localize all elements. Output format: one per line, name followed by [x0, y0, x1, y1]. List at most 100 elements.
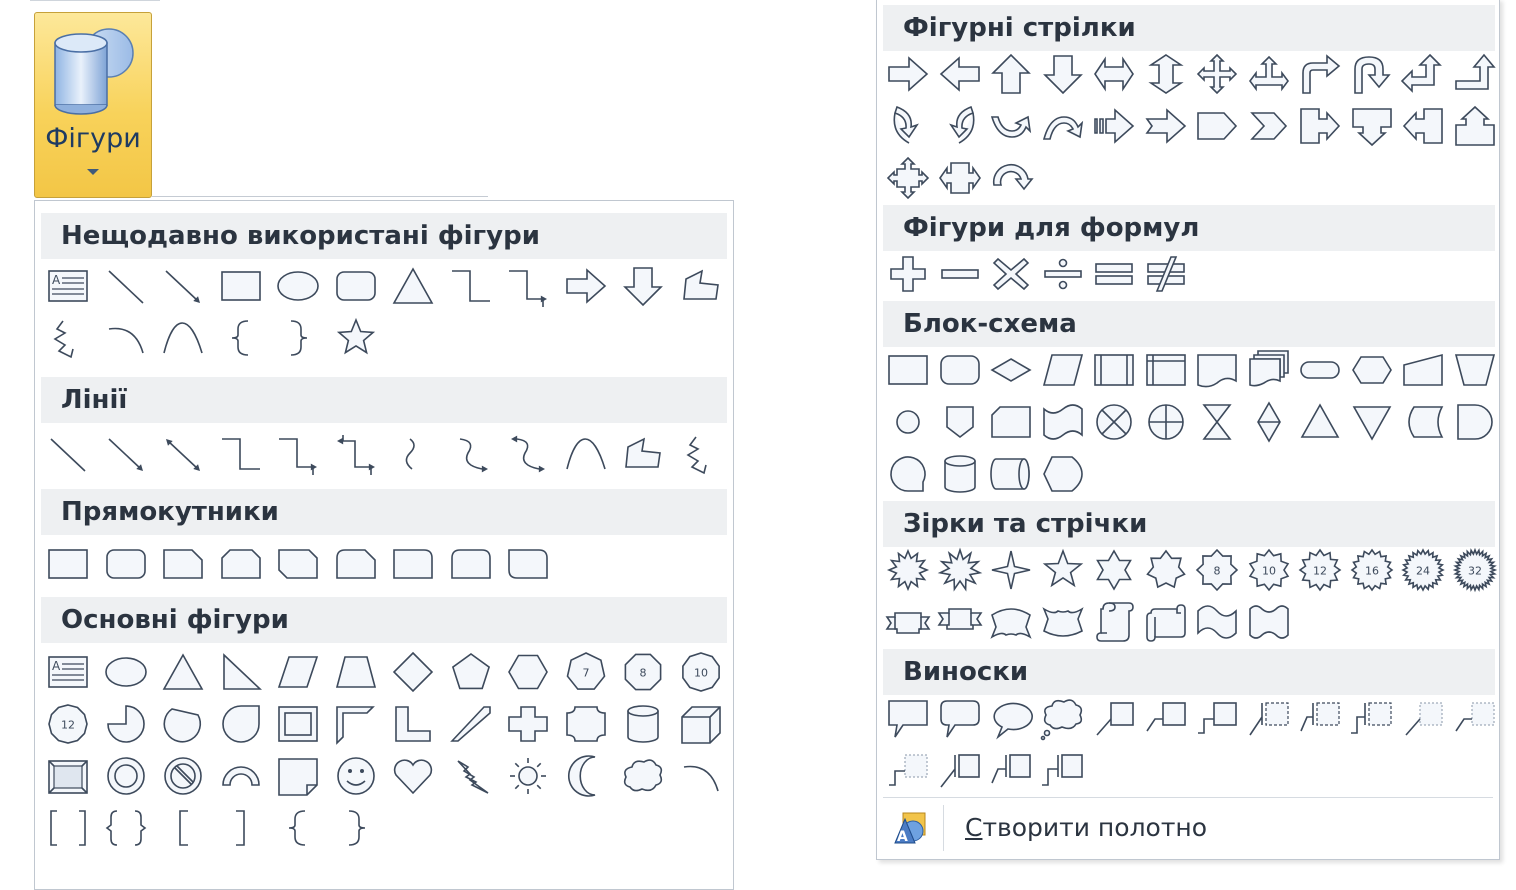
shape-fc-terminator-icon[interactable] [1295, 347, 1345, 393]
shape-curved-up-arrow-icon[interactable] [986, 103, 1036, 149]
shape-lightning-icon[interactable] [446, 753, 496, 799]
shape-line-callout2-bar-icon[interactable] [986, 747, 1036, 793]
shape-explosion1-icon[interactable] [883, 547, 933, 593]
shape-bevel-icon[interactable] [43, 753, 93, 799]
shape-fc-magnetic-disk-icon[interactable] [935, 451, 985, 497]
shape-dodecagon-icon[interactable]: 12 [43, 701, 93, 747]
shape-fc-display-icon[interactable] [1038, 451, 1088, 497]
shape-star8-icon[interactable]: 8 [1192, 547, 1242, 593]
shape-star4-icon[interactable] [986, 547, 1036, 593]
shape-not-equal-sign-icon[interactable] [1141, 251, 1191, 297]
shape-line-callout2-accent-icon[interactable] [1295, 695, 1345, 741]
create-canvas-button[interactable]: A Створити полотно [877, 799, 1497, 857]
shape-roundrect-icon[interactable] [331, 263, 381, 309]
shape-heart-icon[interactable] [388, 753, 438, 799]
shape-trapezoid-icon[interactable] [331, 649, 381, 695]
shape-snip-same-icon[interactable] [216, 541, 266, 587]
shape-fc-alternate-icon[interactable] [935, 347, 985, 393]
shape-frame-icon[interactable] [273, 701, 323, 747]
shape-curved-left-arrow-icon[interactable] [935, 103, 985, 149]
shape-star5-icon[interactable] [1038, 547, 1088, 593]
shape-line-callout2-icon[interactable] [1141, 695, 1191, 741]
shape-line-callout3-bar-icon[interactable] [1038, 747, 1088, 793]
shape-cube-icon[interactable] [676, 701, 726, 747]
shape-octagon-icon[interactable]: 8 [618, 649, 668, 695]
shape-star-icon[interactable] [331, 315, 381, 361]
shape-double-brace-icon[interactable] [101, 805, 151, 851]
shape-double-bracket-icon[interactable] [43, 805, 93, 851]
shape-fc-offpage-icon[interactable] [935, 399, 985, 445]
shape-freeform-icon[interactable] [618, 431, 668, 477]
shape-curve-arrow-icon[interactable] [446, 431, 496, 477]
shape-triangle-icon[interactable] [388, 263, 438, 309]
shape-striped-right-arrow-icon[interactable] [1089, 103, 1139, 149]
shape-fc-delay-icon[interactable] [1450, 399, 1500, 445]
shape-fc-decision-icon[interactable] [986, 347, 1036, 393]
shape-line-callout1-noborder-icon[interactable] [1398, 695, 1448, 741]
shape-minus-sign-icon[interactable] [935, 251, 985, 297]
shape-right-arrow-icon[interactable] [561, 263, 611, 309]
shape-elbow-icon[interactable] [446, 263, 496, 309]
shape-curve-icon[interactable] [561, 431, 611, 477]
shape-line-icon[interactable] [43, 431, 93, 477]
shape-up-arrow-callout-icon[interactable] [1450, 103, 1500, 149]
shape-fc-extract-icon[interactable] [1295, 399, 1345, 445]
shape-round-one-icon[interactable] [388, 541, 438, 587]
shape-plus-sign-icon[interactable] [883, 251, 933, 297]
shape-star16-icon[interactable]: 16 [1347, 547, 1397, 593]
shape-callout-oval-icon[interactable] [986, 695, 1036, 741]
shape-down-arrow-icon[interactable] [1038, 51, 1088, 97]
shape-fc-connector-icon[interactable] [883, 399, 933, 445]
shape-scroll-horizontal-icon[interactable] [1141, 599, 1191, 645]
shape-smiley-icon[interactable] [331, 753, 381, 799]
shape-explosion2-icon[interactable] [935, 547, 985, 593]
shape-multiply-sign-icon[interactable] [986, 251, 1036, 297]
shape-chevron-icon[interactable] [1244, 103, 1294, 149]
shape-up-down-arrow-icon[interactable] [1141, 51, 1191, 97]
shape-fc-data-icon[interactable] [1038, 347, 1088, 393]
shape-elbow-arrow-icon[interactable] [273, 431, 323, 477]
shape-fc-preparation-icon[interactable] [1347, 347, 1397, 393]
shape-left-bracket-icon[interactable] [158, 805, 208, 851]
shape-moon-icon[interactable] [561, 753, 611, 799]
shape-left-brace-icon[interactable] [216, 315, 266, 361]
shape-donut-icon[interactable] [101, 753, 151, 799]
shape-fc-punched-tape-icon[interactable] [1038, 399, 1088, 445]
shape-scribble-icon[interactable] [676, 431, 726, 477]
shape-star6-icon[interactable] [1089, 547, 1139, 593]
shape-right-brace-icon[interactable] [273, 315, 323, 361]
shape-down-arrow-callout-icon[interactable] [1347, 103, 1397, 149]
shape-left-arrow-icon[interactable] [935, 51, 985, 97]
shape-diagonal-stripe-icon[interactable] [446, 701, 496, 747]
shape-bent-arrow-icon[interactable] [1295, 51, 1345, 97]
shape-elbow-icon[interactable] [216, 431, 266, 477]
shape-oval-icon[interactable] [273, 263, 323, 309]
shape-scribble-icon[interactable] [43, 315, 93, 361]
shape-l-shape-icon[interactable] [388, 701, 438, 747]
shape-fc-merge-icon[interactable] [1347, 399, 1397, 445]
shape-curved-ribbon-down-icon[interactable] [1038, 599, 1088, 645]
shape-folded-corner-icon[interactable] [273, 753, 323, 799]
shape-double-wave-icon[interactable] [1244, 599, 1294, 645]
shape-fc-manual-input-icon[interactable] [1398, 347, 1448, 393]
shape-circular-arrow-icon[interactable] [986, 155, 1036, 201]
shape-rect-icon[interactable] [43, 541, 93, 587]
shape-fc-card-icon[interactable] [986, 399, 1036, 445]
shape-quad-arrow-icon[interactable] [1192, 51, 1242, 97]
shape-fc-seq-access-icon[interactable] [883, 451, 933, 497]
shape-line-callout1-icon[interactable] [1089, 695, 1139, 741]
shape-elbow-arrow-icon[interactable] [503, 263, 553, 309]
shape-down-arrow-icon[interactable] [618, 263, 668, 309]
shape-chord-icon[interactable] [158, 701, 208, 747]
shape-line-callout3-accent-icon[interactable] [1347, 695, 1397, 741]
shape-fc-manual-op-icon[interactable] [1450, 347, 1500, 393]
shape-star24-icon[interactable]: 24 [1398, 547, 1448, 593]
shape-quad-arrow-callout-icon[interactable] [883, 155, 933, 201]
shape-curved-ribbon-up-icon[interactable] [986, 599, 1036, 645]
shape-left-right-arrow-callout-icon[interactable] [935, 155, 985, 201]
shape-star32-icon[interactable]: 32 [1450, 547, 1500, 593]
shape-double-arrow-icon[interactable] [158, 431, 208, 477]
shape-right-triangle-icon[interactable] [216, 649, 266, 695]
shape-block-arc-icon[interactable] [216, 753, 266, 799]
shape-scroll-vertical-icon[interactable] [1089, 599, 1139, 645]
